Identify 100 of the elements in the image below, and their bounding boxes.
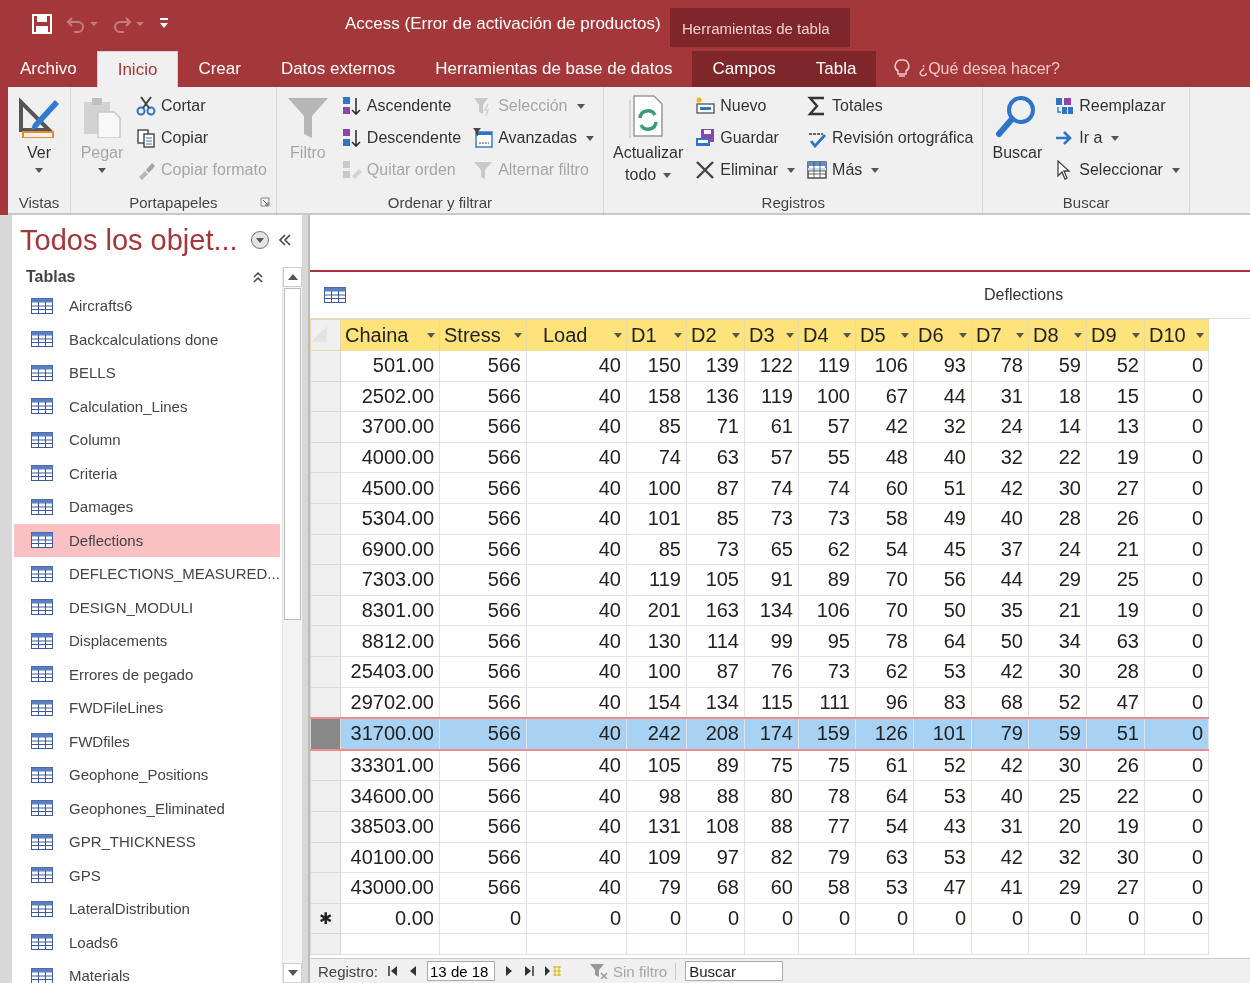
- nav-item[interactable]: GPR_THICKNESS: [14, 825, 280, 859]
- nav-item[interactable]: BELLS: [14, 356, 280, 390]
- row-selector[interactable]: [310, 564, 341, 596]
- filter-window-icon: [473, 128, 494, 148]
- record-number-field[interactable]: 13 de 18: [427, 961, 496, 981]
- ribbon-button[interactable]: Guardar: [690, 122, 801, 154]
- previous-record-icon[interactable]: [408, 965, 419, 977]
- ribbon-tab[interactable]: Crear: [178, 51, 261, 87]
- nav-item[interactable]: Column: [14, 423, 280, 457]
- nav-item[interactable]: Geophone_Positions: [14, 758, 280, 792]
- nav-item[interactable]: Geophones_Eliminated: [14, 791, 280, 825]
- row-selector[interactable]: [310, 780, 341, 812]
- ribbon-button[interactable]: Revisión ortográfica: [802, 122, 979, 154]
- nav-item[interactable]: Calculation_Lines: [14, 389, 280, 423]
- dropdown-icon[interactable]: [249, 230, 270, 250]
- column-header[interactable]: D1: [626, 319, 687, 351]
- ribbon-button[interactable]: Actualizar todo: [608, 90, 689, 191]
- ribbon-tab[interactable]: Tabla: [795, 51, 877, 87]
- new-record-icon[interactable]: [544, 965, 563, 977]
- column-header[interactable]: D10: [1144, 319, 1209, 351]
- scroll-up-icon[interactable]: [287, 274, 298, 280]
- table-cell: 91: [744, 564, 799, 596]
- row-selector[interactable]: [310, 656, 341, 688]
- nav-item[interactable]: Deflections: [14, 523, 280, 557]
- first-record-icon[interactable]: [387, 965, 400, 977]
- row-selector[interactable]: [310, 842, 341, 873]
- select-all-icon[interactable]: [311, 325, 327, 342]
- ribbon-button[interactable]: Cortar: [131, 90, 272, 122]
- document-tab[interactable]: Deflections: [984, 286, 1064, 304]
- search-field[interactable]: Buscar: [685, 961, 784, 981]
- row-selector[interactable]: [310, 811, 341, 842]
- row-selector[interactable]: [310, 381, 341, 412]
- column-header[interactable]: D8: [1028, 319, 1087, 351]
- scroll-down-icon[interactable]: [287, 970, 298, 976]
- row-selector[interactable]: [310, 350, 341, 382]
- ribbon-tab[interactable]: Campos: [692, 51, 796, 87]
- ribbon-tab[interactable]: Archivo: [8, 51, 97, 87]
- ribbon-button[interactable]: Descendente: [336, 122, 467, 154]
- ribbon-button[interactable]: Nuevo: [690, 90, 801, 122]
- tell-me-field[interactable]: ¿Qué desea hacer?: [916, 59, 1081, 79]
- scrollbar[interactable]: [282, 267, 302, 983]
- nav-item[interactable]: Backcalculations done: [14, 322, 280, 356]
- ribbon-button[interactable]: Ver: [12, 90, 66, 191]
- row-selector[interactable]: [310, 872, 341, 904]
- nav-item[interactable]: DESIGN_MODULI: [14, 590, 280, 624]
- row-selector[interactable]: [310, 749, 341, 781]
- ribbon-button[interactable]: Ir a: [1049, 122, 1185, 154]
- nav-item[interactable]: GPS: [14, 858, 280, 892]
- column-header[interactable]: D9: [1086, 319, 1145, 351]
- row-selector[interactable]: [310, 534, 341, 565]
- chevron-up-icon[interactable]: [252, 271, 264, 283]
- column-header[interactable]: D2: [686, 319, 745, 351]
- ribbon-button[interactable]: Copiar: [131, 122, 272, 154]
- row-selector[interactable]: [310, 625, 341, 657]
- dialog-launcher-icon[interactable]: [259, 197, 270, 207]
- row-selector[interactable]: [310, 503, 341, 535]
- row-selector[interactable]: [310, 718, 341, 750]
- nav-item[interactable]: FWDFileLines: [14, 691, 280, 725]
- table-cell: 40: [526, 749, 627, 781]
- table-cell: 5304.00: [340, 503, 440, 535]
- column-header[interactable]: D6: [913, 319, 972, 351]
- row-selector[interactable]: [310, 442, 341, 473]
- column-header[interactable]: D4: [798, 319, 856, 351]
- nav-item[interactable]: Loads6: [14, 925, 280, 959]
- ribbon-button[interactable]: Más: [802, 154, 979, 186]
- ribbon-button[interactable]: Eliminar: [690, 154, 801, 186]
- table-cell: 58: [798, 872, 856, 904]
- nav-item[interactable]: Criteria: [14, 456, 280, 490]
- nav-item[interactable]: Errores de pegado: [14, 657, 280, 691]
- nav-item[interactable]: FWDfiles: [14, 724, 280, 758]
- save-icon[interactable]: [32, 13, 52, 34]
- pane-title[interactable]: Todos los objet...: [20, 223, 238, 257]
- row-selector[interactable]: [310, 595, 341, 626]
- ribbon-button[interactable]: Ascendente: [336, 90, 467, 122]
- section-header[interactable]: Tablas: [26, 268, 76, 286]
- nav-item[interactable]: Displacements: [14, 624, 280, 658]
- column-header[interactable]: D7: [971, 319, 1029, 351]
- nav-item[interactable]: LateralDistribution: [14, 892, 280, 926]
- column-header[interactable]: Stress: [439, 319, 527, 351]
- table-cell: 0: [1144, 472, 1209, 504]
- ribbon-button[interactable]: Reemplazar: [1049, 90, 1185, 122]
- row-selector[interactable]: [310, 411, 341, 443]
- row-selector[interactable]: [310, 472, 341, 504]
- column-header[interactable]: D3: [744, 319, 799, 351]
- column-header[interactable]: Chaina: [340, 319, 440, 351]
- nav-item[interactable]: DEFLECTIONS_MEASURED...: [14, 557, 280, 591]
- ribbon-button[interactable]: Seleccionar: [1049, 154, 1185, 186]
- nav-item[interactable]: Aircrafts6: [14, 289, 280, 323]
- column-header[interactable]: Load: [526, 319, 627, 351]
- collapse-icon[interactable]: [277, 233, 292, 247]
- last-record-icon[interactable]: [523, 965, 536, 977]
- ribbon-tab[interactable]: Inicio: [96, 51, 179, 87]
- nav-item[interactable]: Damages: [14, 490, 280, 524]
- nav-item[interactable]: Materials: [14, 959, 280, 983]
- ribbon-tab[interactable]: Herramientas de base de datos: [415, 51, 693, 87]
- ribbon-button[interactable]: Buscar: [987, 90, 1048, 191]
- ribbon-button[interactable]: Totales: [802, 90, 979, 122]
- column-header[interactable]: D5: [855, 319, 914, 351]
- ribbon-button[interactable]: Avanzadas: [468, 122, 599, 154]
- ribbon-tab[interactable]: Datos externos: [260, 51, 416, 87]
